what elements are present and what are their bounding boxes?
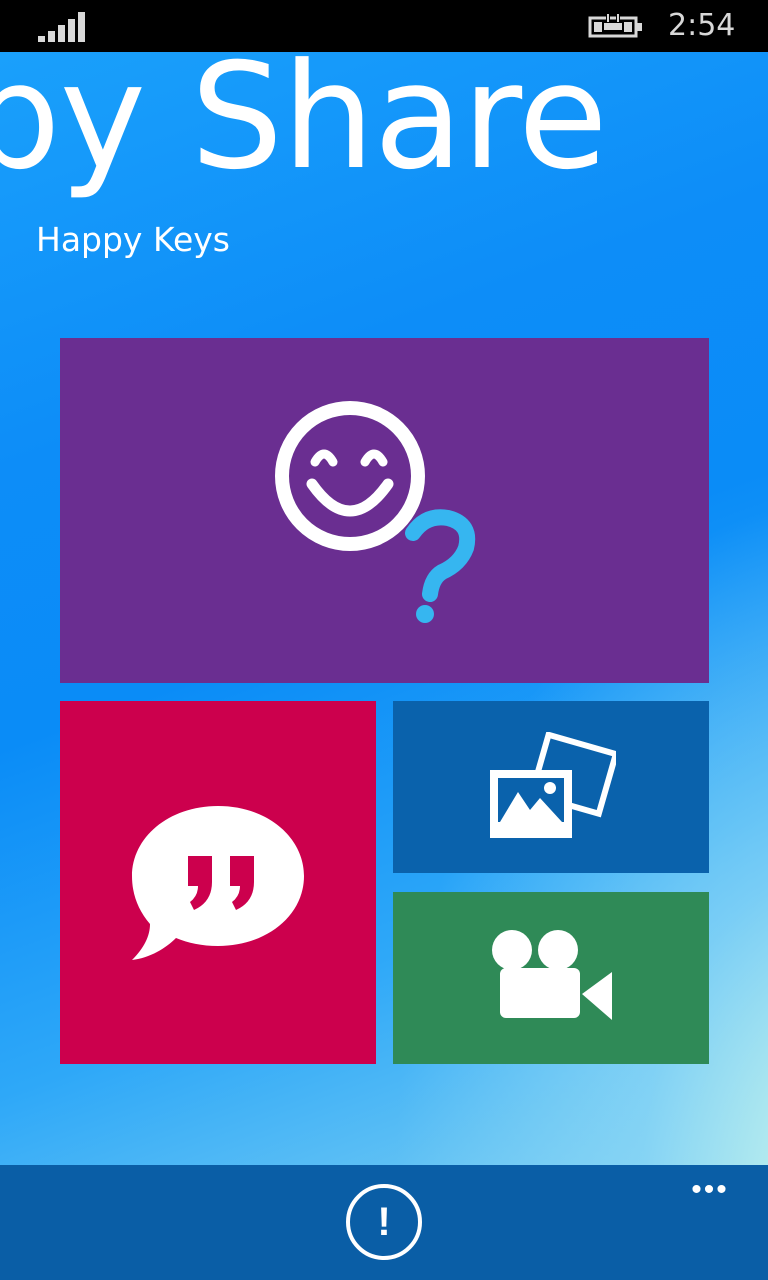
app-bar: ! ••• xyxy=(0,1165,768,1280)
about-button[interactable]: ! xyxy=(346,1184,422,1260)
clock: 2:54 xyxy=(668,8,736,43)
signal-strength-icon xyxy=(38,12,85,42)
quote-bubble-icon xyxy=(132,805,304,960)
exclamation-circle-icon: ! xyxy=(377,1200,391,1244)
video-camera-icon xyxy=(492,930,612,1020)
tile-happy-keys[interactable] xyxy=(60,338,709,683)
photos-icon xyxy=(490,732,616,838)
tile-share-videos[interactable] xyxy=(393,892,709,1064)
status-bar: 2:54 xyxy=(0,0,768,52)
tile-share-photos[interactable] xyxy=(393,701,709,873)
battery-charging-icon xyxy=(588,14,642,38)
page-subtitle: Happy Keys xyxy=(36,220,230,259)
smiley-question-icon xyxy=(274,400,475,623)
tile-share-text[interactable] xyxy=(60,701,376,1064)
more-options-button[interactable]: ••• xyxy=(682,1173,738,1206)
app-title: py Share xyxy=(0,52,608,202)
app-screen: py Share Happy Keys xyxy=(0,52,768,1165)
